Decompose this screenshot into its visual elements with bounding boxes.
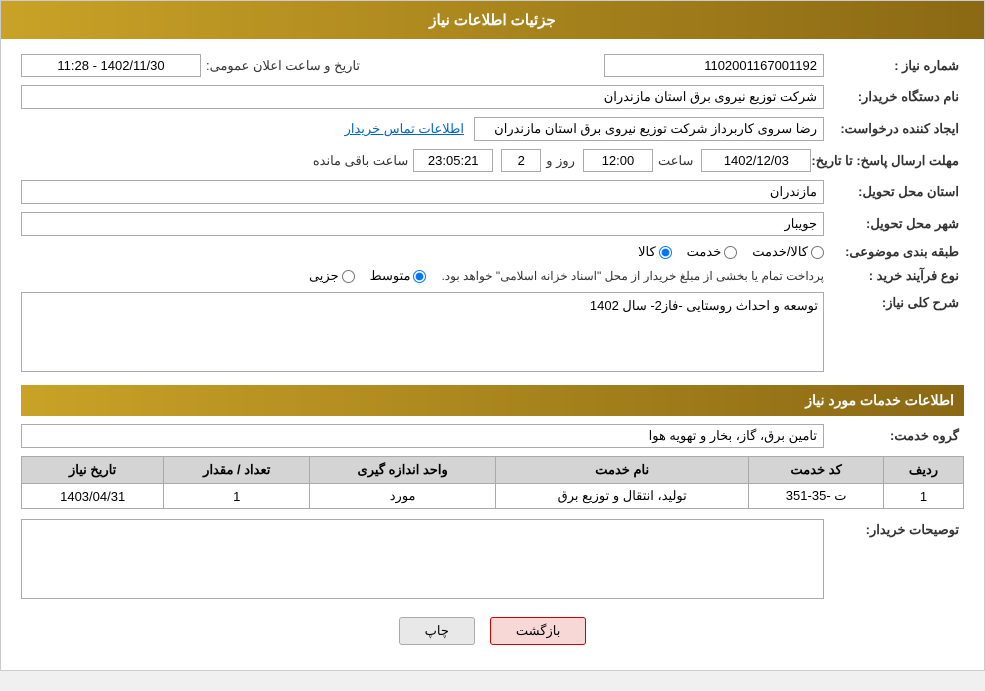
- announce-date-value: 1402/11/30 - 11:28: [21, 54, 201, 77]
- button-row: بازگشت چاپ: [21, 617, 964, 645]
- category-radio-kala[interactable]: [659, 246, 672, 259]
- content-area: شماره نیاز : 1102001167001192 تاریخ و سا…: [1, 39, 984, 670]
- category-label-kala-khedmat: کالا/خدمت: [752, 244, 808, 260]
- col-quantity: تعداد / مقدار: [164, 457, 310, 484]
- buyer-desc-label: توصیحات خریدار:: [824, 519, 964, 538]
- page-title: جزئیات اطلاعات نیاز: [429, 12, 556, 29]
- col-unit: واحد اندازه گیری: [310, 457, 496, 484]
- category-option-khedmat: خدمت: [687, 244, 738, 260]
- contact-link[interactable]: اطلاعات تماس خریدار: [345, 121, 464, 137]
- description-container: [21, 292, 824, 375]
- purchase-type-label: نوع فرآیند خرید :: [824, 268, 964, 284]
- deadline-label: مهلت ارسال پاسخ: تا تاریخ:: [811, 153, 964, 169]
- category-radio-khedmat[interactable]: [724, 246, 737, 259]
- category-label-khedmat: خدمت: [687, 244, 722, 260]
- delivery-city-value: جویبار: [21, 212, 824, 236]
- purchase-type-label-jozi: جزیی: [309, 268, 339, 284]
- deadline-remaining: 23:05:21: [413, 149, 493, 172]
- deadline-day-label: روز و: [546, 153, 575, 169]
- deadline-days: 2: [501, 149, 541, 172]
- buyer-desc-container: [21, 519, 824, 602]
- col-row: ردیف: [884, 457, 964, 484]
- delivery-city-label: شهر محل تحویل:: [824, 216, 964, 232]
- category-row: طبقه بندی موضوعی: کالا/خدمت خدمت کالا: [21, 244, 964, 260]
- deadline-row: مهلت ارسال پاسخ: تا تاریخ: 1402/12/03 سا…: [21, 149, 964, 172]
- col-date: تاریخ نیاز: [22, 457, 164, 484]
- category-label-kala: کالا: [638, 244, 656, 260]
- purchase-type-long-text: پرداخت تمام یا بخشی از مبلغ خریدار از مح…: [441, 269, 824, 283]
- category-option-kala: کالا: [638, 244, 672, 260]
- purchase-type-option-jozi: جزیی: [309, 268, 355, 284]
- delivery-province-row: استان محل تحویل: مازندران: [21, 180, 964, 204]
- table-row: 1 ت -35-351 تولید، انتقال و توزیع برق مو…: [22, 484, 964, 509]
- cell-unit: مورد: [310, 484, 496, 509]
- buyer-org-value: شرکت توزیع نیروی برق استان مازندران: [21, 85, 824, 109]
- description-label: شرح کلی نیاز:: [824, 292, 964, 311]
- service-section-title: اطلاعات خدمات مورد نیاز: [21, 385, 964, 416]
- back-button[interactable]: بازگشت: [490, 617, 586, 645]
- purchase-type-radio-group: پرداخت تمام یا بخشی از مبلغ خریدار از مح…: [309, 268, 824, 284]
- service-group-row: گروه خدمت: تامین برق، گاز، بخار و تهویه …: [21, 424, 964, 448]
- service-group-value: تامین برق، گاز، بخار و تهویه هوا: [21, 424, 824, 448]
- purchase-type-label-motavasset: متوسط: [370, 268, 411, 284]
- announce-date-label: تاریخ و ساعت اعلان عمومی:: [206, 58, 360, 74]
- services-table: ردیف کد خدمت نام خدمت واحد اندازه گیری ت…: [21, 456, 964, 509]
- deadline-time: 12:00: [583, 149, 653, 172]
- cell-date: 1403/04/31: [22, 484, 164, 509]
- description-textarea[interactable]: [21, 292, 824, 372]
- category-radio-group: کالا/خدمت خدمت کالا: [638, 244, 824, 260]
- cell-code: ت -35-351: [749, 484, 884, 509]
- purchase-type-radio-motavasset[interactable]: [413, 270, 426, 283]
- delivery-province-value: مازندران: [21, 180, 824, 204]
- category-option-kala-khedmat: کالا/خدمت: [752, 244, 824, 260]
- creator-label: ایجاد کننده درخواست:: [824, 121, 964, 137]
- page-wrapper: جزئیات اطلاعات نیاز شماره نیاز : 1102001…: [0, 0, 985, 671]
- service-group-label: گروه خدمت:: [824, 428, 964, 444]
- description-row: شرح کلی نیاز:: [21, 292, 964, 375]
- need-number-value: 1102001167001192: [604, 54, 824, 77]
- col-code: کد خدمت: [749, 457, 884, 484]
- cell-name: تولید، انتقال و توزیع برق: [496, 484, 749, 509]
- delivery-province-label: استان محل تحویل:: [824, 184, 964, 200]
- creator-value: رضا سروی کاربرداز شرکت توزیع نیروی برق ا…: [474, 117, 824, 141]
- page-header: جزئیات اطلاعات نیاز: [1, 1, 984, 39]
- buyer-desc-textarea[interactable]: [21, 519, 824, 599]
- buyer-org-label: نام دستگاه خریدار:: [824, 89, 964, 105]
- cell-row: 1: [884, 484, 964, 509]
- purchase-type-row: نوع فرآیند خرید : پرداخت تمام یا بخشی از…: [21, 268, 964, 284]
- creator-row: ایجاد کننده درخواست: رضا سروی کاربرداز ش…: [21, 117, 964, 141]
- print-button[interactable]: چاپ: [399, 617, 475, 645]
- need-number-label: شماره نیاز :: [824, 58, 964, 74]
- category-radio-kala-khedmat[interactable]: [811, 246, 824, 259]
- cell-quantity: 1: [164, 484, 310, 509]
- need-number-row: شماره نیاز : 1102001167001192 تاریخ و سا…: [21, 54, 964, 77]
- deadline-remaining-label: ساعت باقی مانده: [313, 153, 408, 169]
- category-label: طبقه بندی موضوعی:: [824, 244, 964, 260]
- purchase-type-option-motavasset: متوسط: [370, 268, 427, 284]
- buyer-desc-row: توصیحات خریدار:: [21, 519, 964, 602]
- buyer-org-row: نام دستگاه خریدار: شرکت توزیع نیروی برق …: [21, 85, 964, 109]
- purchase-type-radio-jozi[interactable]: [342, 270, 355, 283]
- deadline-time-label: ساعت: [658, 153, 693, 169]
- delivery-city-row: شهر محل تحویل: جویبار: [21, 212, 964, 236]
- col-name: نام خدمت: [496, 457, 749, 484]
- deadline-date: 1402/12/03: [701, 149, 811, 172]
